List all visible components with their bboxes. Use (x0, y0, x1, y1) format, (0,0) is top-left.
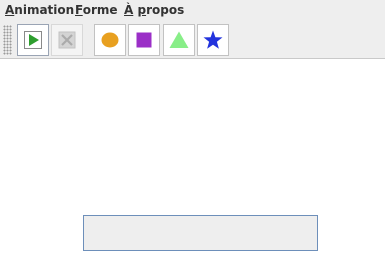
circle-icon (101, 32, 119, 48)
menu-forme[interactable]: Forme (75, 3, 118, 18)
shape-star-button[interactable] (197, 24, 229, 56)
shape-circle-button[interactable] (94, 24, 126, 56)
play-icon (24, 31, 42, 49)
toolbar-drag-handle[interactable] (3, 25, 12, 55)
menu-animation[interactable]: Animation (5, 3, 74, 18)
toolbar (0, 21, 385, 59)
triangle-icon (169, 31, 189, 48)
menu-bar: Animation Forme À propos (0, 0, 385, 21)
stop-x-icon (58, 31, 76, 49)
status-panel (83, 215, 318, 251)
shape-triangle-button[interactable] (163, 24, 195, 56)
star-icon (203, 30, 223, 49)
square-icon (136, 32, 152, 48)
shape-square-button[interactable] (128, 24, 160, 56)
menu-a-propos[interactable]: À propos (124, 3, 184, 18)
start-animation-button[interactable] (17, 24, 49, 56)
stop-animation-button[interactable] (51, 24, 83, 56)
